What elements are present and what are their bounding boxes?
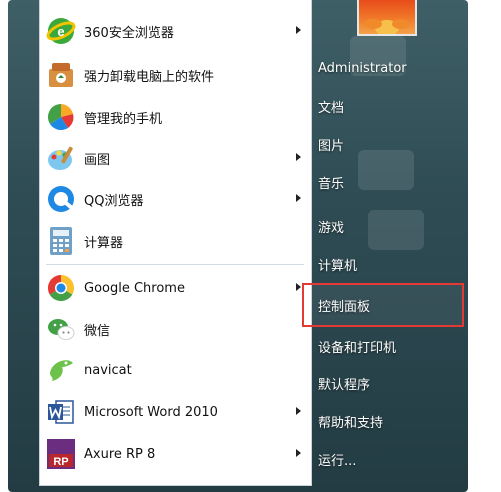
submenu-arrow-icon <box>296 283 301 291</box>
pictures-link[interactable]: 图片 <box>304 128 462 160</box>
program-google-chrome[interactable]: Google Chrome <box>40 268 311 308</box>
program-label: 画图 <box>84 152 111 168</box>
program-wechat[interactable]: 微信 <box>40 309 311 349</box>
program-label: QQ浏览器 <box>84 193 144 209</box>
360-browser-icon: e <box>44 14 78 48</box>
submenu-arrow-icon <box>296 449 301 457</box>
games-link[interactable]: 游戏 <box>304 210 462 242</box>
paint-icon <box>44 141 78 175</box>
program-label: 强力卸载电脑上的软件 <box>84 69 215 85</box>
program-label: 微信 <box>84 323 111 339</box>
submenu-arrow-icon <box>296 153 301 161</box>
places-panel: Administrator 文档 图片 音乐 游戏 计算机 控制面板 设备和打印… <box>302 0 468 486</box>
computer-link[interactable]: 计算机 <box>304 248 462 280</box>
program-navicat[interactable]: navicat <box>40 350 311 390</box>
program-label: Axure RP 8 <box>84 446 156 462</box>
axure-icon: RP <box>44 437 78 471</box>
qq-browser-icon <box>44 182 78 216</box>
user-name-link[interactable]: Administrator <box>304 52 462 84</box>
program-label: 管理我的手机 <box>84 111 163 127</box>
divider <box>46 264 304 265</box>
documents-link[interactable]: 文档 <box>304 90 462 122</box>
svg-text:e: e <box>57 24 64 39</box>
program-label: 计算器 <box>84 235 124 251</box>
program-360-browser[interactable]: e 360安全浏览器 <box>40 11 311 51</box>
phone-manager-icon <box>44 100 78 134</box>
program-label: 360安全浏览器 <box>84 25 174 41</box>
submenu-arrow-icon <box>296 407 301 415</box>
navicat-icon <box>44 353 78 387</box>
submenu-arrow-icon <box>296 194 301 202</box>
program-paint[interactable]: 画图 <box>40 138 311 178</box>
program-phone-manager[interactable]: 管理我的手机 <box>40 97 311 137</box>
run-link[interactable]: 运行... <box>304 443 462 475</box>
program-qq-browser[interactable]: QQ浏览器 <box>40 179 311 219</box>
program-calculator[interactable]: 计算器 <box>40 221 311 261</box>
program-label: Microsoft Word 2010 <box>84 404 218 420</box>
svg-text:RP: RP <box>53 456 68 468</box>
program-axure-rp[interactable]: RP Axure RP 8 <box>40 434 311 474</box>
program-label: Google Chrome <box>84 280 185 296</box>
help-and-support-link[interactable]: 帮助和支持 <box>304 405 462 437</box>
chrome-icon <box>44 271 78 305</box>
music-link[interactable]: 音乐 <box>304 166 462 198</box>
calculator-icon <box>44 224 78 258</box>
word-icon <box>44 395 78 429</box>
programs-panel: e 360安全浏览器 强力卸载电脑上的软件 管理我的手机 画图 QQ浏览器 计算… <box>39 0 312 486</box>
wechat-icon <box>44 312 78 346</box>
program-label: navicat <box>84 362 132 378</box>
devices-and-printers-link[interactable]: 设备和打印机 <box>304 330 462 362</box>
program-uninstaller[interactable]: 强力卸载电脑上的软件 <box>40 55 311 95</box>
default-programs-link[interactable]: 默认程序 <box>304 367 462 399</box>
submenu-arrow-icon <box>296 26 301 34</box>
control-panel-link[interactable]: 控制面板 <box>302 283 464 327</box>
uninstaller-icon <box>44 58 78 92</box>
program-microsoft-word[interactable]: Microsoft Word 2010 <box>40 392 311 432</box>
